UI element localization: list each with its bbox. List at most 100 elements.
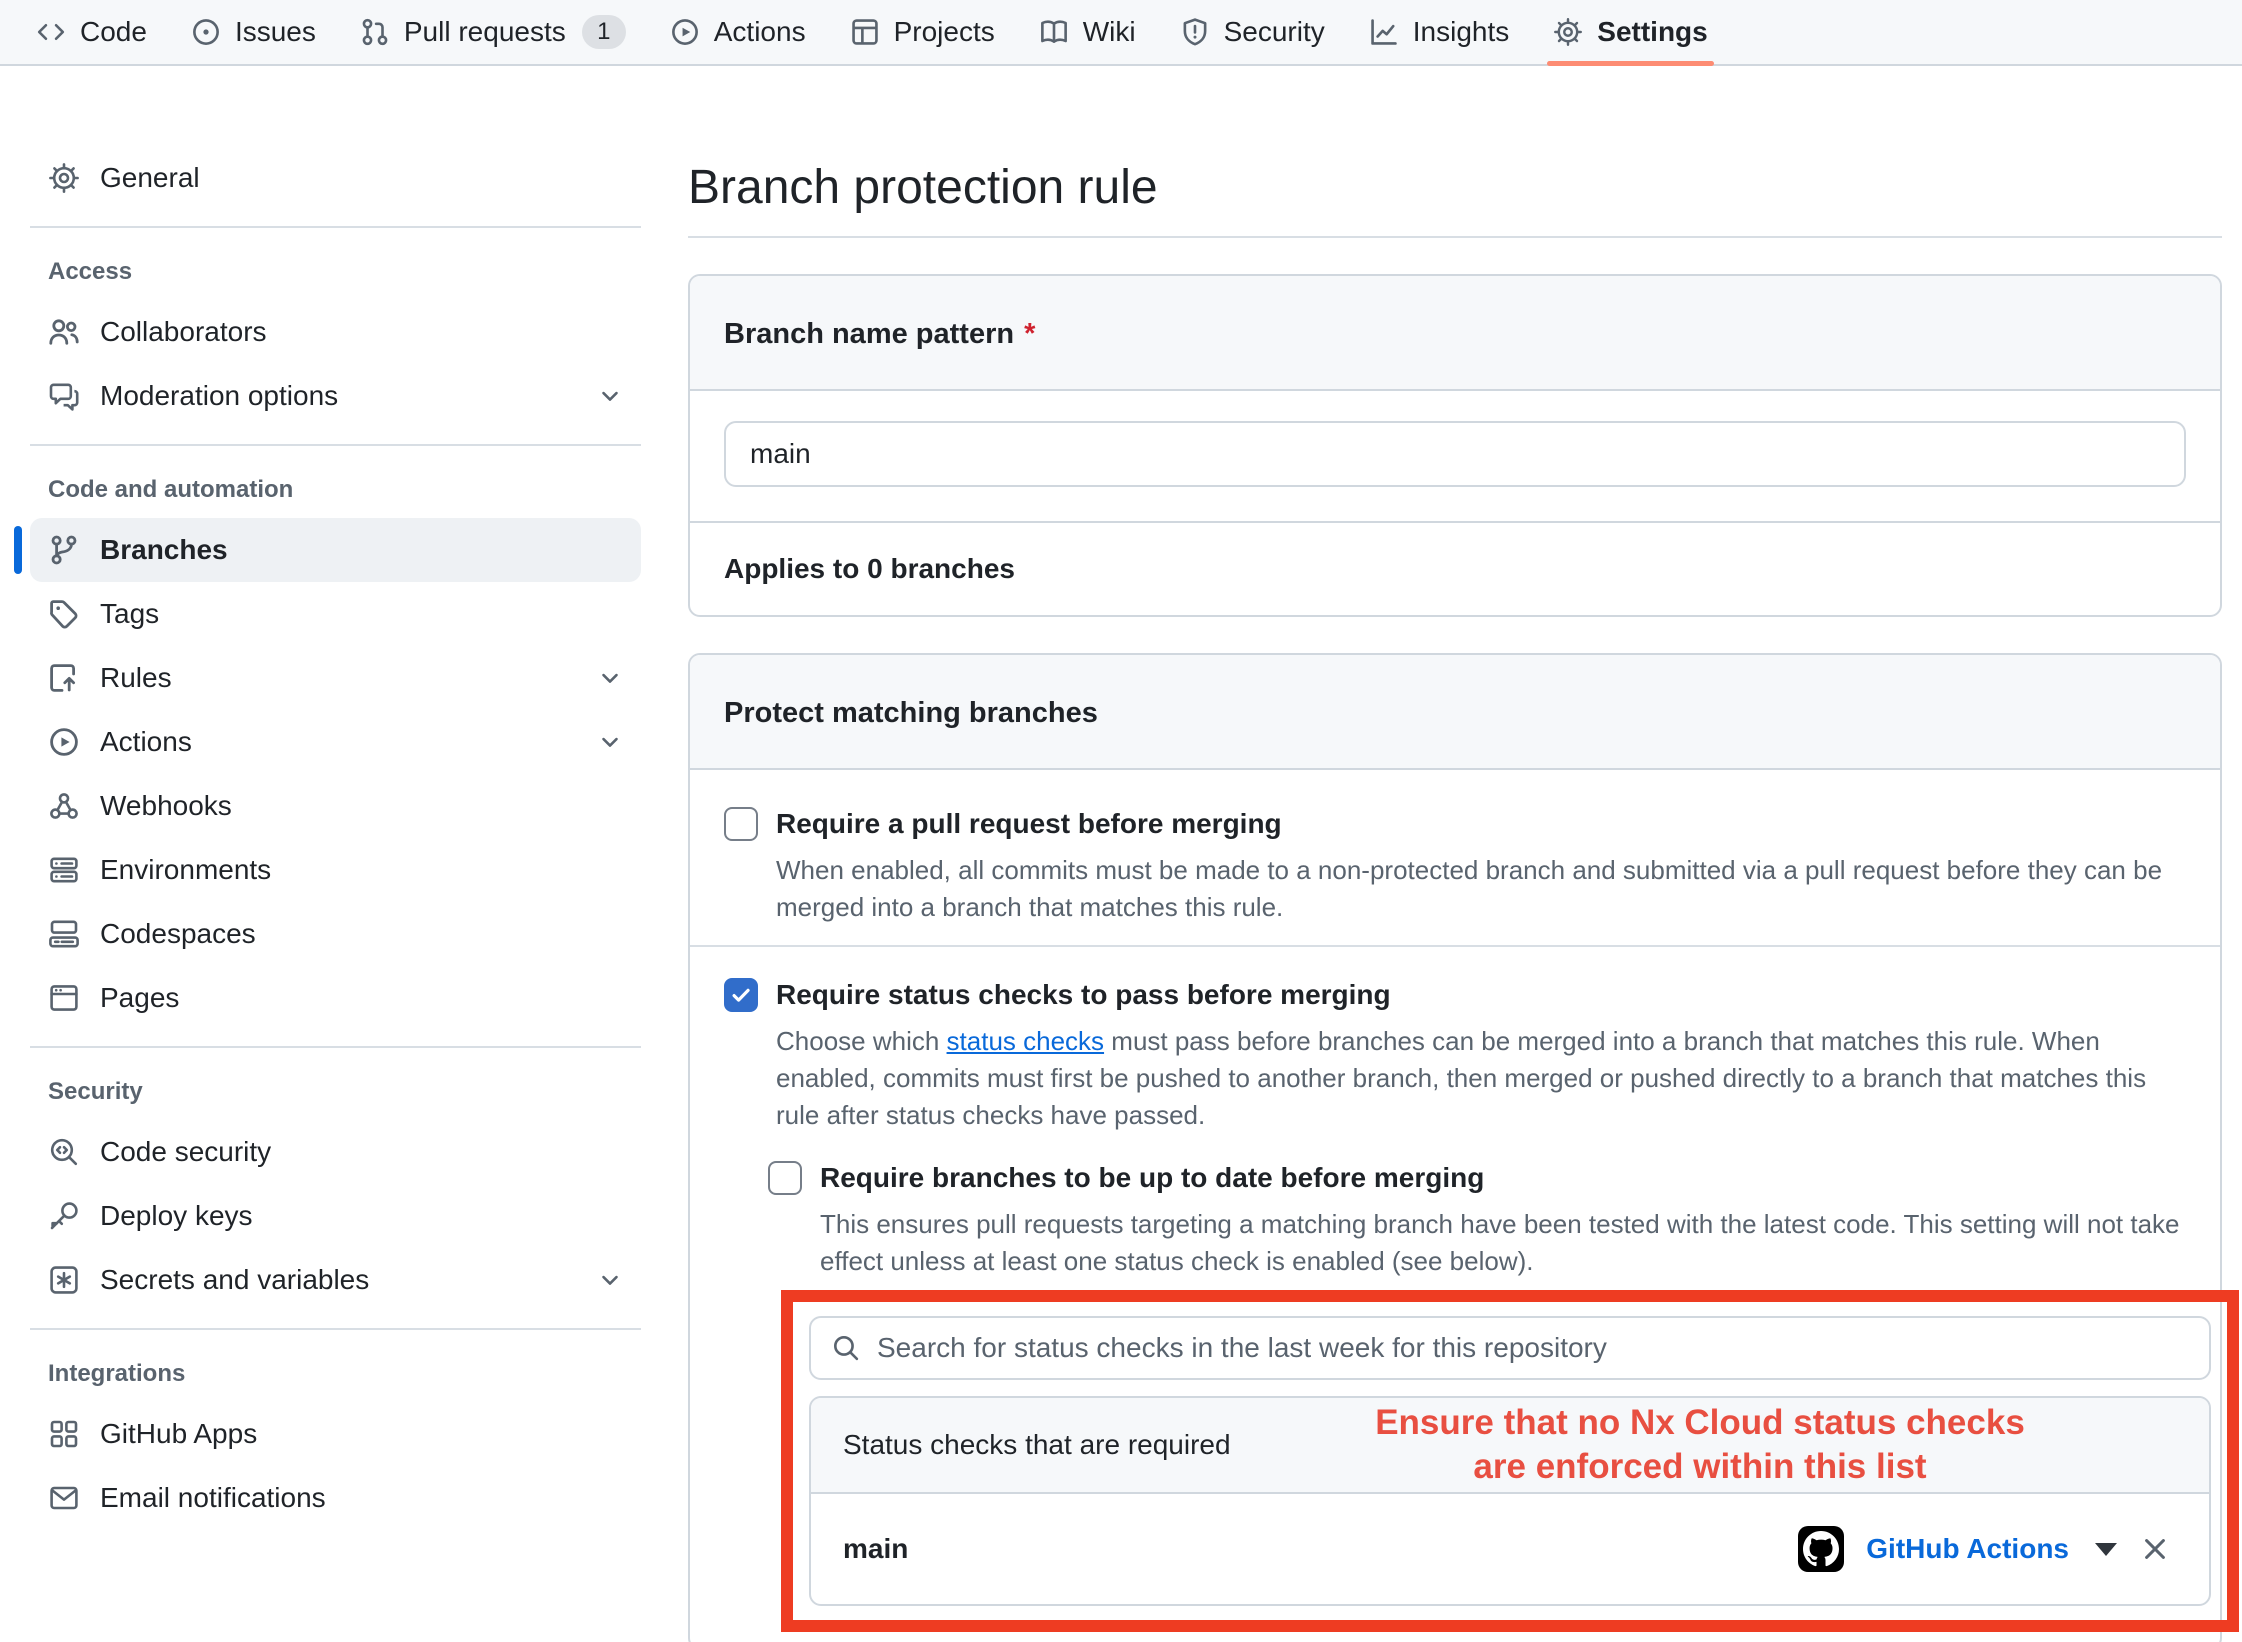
sidebar-item-github-apps[interactable]: GitHub Apps (30, 1402, 641, 1466)
require-pr-description: When enabled, all commits must be made t… (776, 852, 2186, 926)
required-asterisk: * (1024, 318, 1035, 350)
search-icon (831, 1333, 861, 1363)
tab-label: Wiki (1083, 16, 1136, 48)
shield-icon (1180, 17, 1210, 47)
annotation-highlight-box: Status checks that are required Ensure t… (781, 1290, 2239, 1632)
sidebar-item-collaborators[interactable]: Collaborators (30, 300, 641, 364)
sidebar-item-environments[interactable]: Environments (30, 838, 641, 902)
app-dropdown-caret-icon[interactable] (2095, 1543, 2117, 1556)
sidebar-divider (30, 444, 641, 446)
sidebar-item-label: Pages (100, 982, 179, 1014)
title-divider (688, 236, 2222, 238)
sidebar-item-label: Code security (100, 1136, 271, 1168)
tab-wiki[interactable]: Wiki (1017, 0, 1158, 64)
annotation-line-2: are enforced within this list (1191, 1445, 2209, 1489)
gear-icon (48, 162, 80, 194)
sidebar-item-codespaces[interactable]: Codespaces (30, 902, 641, 966)
sidebar-section-access: Access (30, 258, 641, 286)
sidebar-divider (30, 1328, 641, 1330)
sidebar-item-moderation-options[interactable]: Moderation options (30, 364, 641, 428)
chevron-down-icon (597, 383, 623, 409)
require-up-to-date-description: This ensures pull requests targeting a m… (820, 1206, 2186, 1280)
tab-label: Projects (894, 16, 995, 48)
sidebar-item-webhooks[interactable]: Webhooks (30, 774, 641, 838)
require-status-checks-checkbox[interactable] (724, 978, 758, 1012)
projects-icon (850, 17, 880, 47)
pull-request-icon (360, 17, 390, 47)
sidebar-item-pages[interactable]: Pages (30, 966, 641, 1030)
sidebar-item-code-security[interactable]: Code security (30, 1120, 641, 1184)
codespaces-icon (48, 918, 80, 950)
webhook-icon (48, 790, 80, 822)
tab-label: Settings (1597, 16, 1707, 48)
git-branch-icon (48, 534, 80, 566)
sidebar-item-label: Branches (100, 534, 228, 566)
play-icon (48, 726, 80, 758)
require-status-checks-section: Require status checks to pass before mer… (690, 947, 2220, 1642)
gear-icon (1553, 17, 1583, 47)
require-pr-label[interactable]: Require a pull request before merging (776, 804, 1282, 844)
sidebar-section-integrations: Integrations (30, 1360, 641, 1388)
people-icon (48, 316, 80, 348)
sidebar-item-general[interactable]: General (30, 146, 641, 210)
remove-status-check-icon[interactable] (2139, 1533, 2171, 1565)
status-checks-list-header: Status checks that are required Ensure t… (811, 1398, 2209, 1494)
repo-push-icon (48, 662, 80, 694)
sidebar-divider (30, 1046, 641, 1048)
settings-sidebar: General Access Collaborators Moderation … (0, 66, 657, 1642)
status-check-app-link[interactable]: GitHub Actions (1866, 1533, 2069, 1565)
require-status-checks-label[interactable]: Require status checks to pass before mer… (776, 975, 1391, 1015)
branch-name-pattern-label: Branch name pattern (724, 318, 1014, 350)
codescan-icon (48, 1136, 80, 1168)
protect-matching-branches-header: Protect matching branches (690, 655, 2220, 770)
asterisk-box-icon (48, 1264, 80, 1296)
tab-actions[interactable]: Actions (648, 0, 828, 64)
description-text: Choose which (776, 1026, 947, 1056)
require-up-to-date-label[interactable]: Require branches to be up to date before… (820, 1158, 1484, 1198)
tab-code[interactable]: Code (14, 0, 169, 64)
github-mark-icon (1803, 1531, 1839, 1567)
sidebar-item-label: Email notifications (100, 1482, 326, 1514)
sidebar-item-tags[interactable]: Tags (30, 582, 641, 646)
sidebar-item-secrets-and-variables[interactable]: Secrets and variables (30, 1248, 641, 1312)
sidebar-section-code-and-automation: Code and automation (30, 476, 641, 504)
tab-label: Actions (714, 16, 806, 48)
key-icon (48, 1200, 80, 1232)
tab-label: Security (1224, 16, 1325, 48)
sidebar-item-rules[interactable]: Rules (30, 646, 641, 710)
require-up-to-date-checkbox[interactable] (768, 1161, 802, 1195)
tab-pull-requests[interactable]: Pull requests 1 (338, 0, 648, 64)
chevron-down-icon (597, 665, 623, 691)
sidebar-item-label: Secrets and variables (100, 1264, 369, 1296)
sidebar-item-label: Actions (100, 726, 192, 758)
sidebar-item-label: Tags (100, 598, 159, 630)
status-checks-search-input[interactable] (809, 1316, 2211, 1380)
sidebar-item-deploy-keys[interactable]: Deploy keys (30, 1184, 641, 1248)
chevron-down-icon (597, 1267, 623, 1293)
check-icon (729, 983, 753, 1007)
sidebar-item-label: Webhooks (100, 790, 232, 822)
require-pr-checkbox[interactable] (724, 807, 758, 841)
code-icon (36, 17, 66, 47)
tab-insights[interactable]: Insights (1347, 0, 1532, 64)
require-pr-section: Require a pull request before merging Wh… (690, 770, 2220, 947)
status-checks-list-title: Status checks that are required (843, 1429, 1231, 1461)
tab-security[interactable]: Security (1158, 0, 1347, 64)
main-content: Branch protection rule Branch name patte… (657, 66, 2242, 1642)
sidebar-item-actions[interactable]: Actions (30, 710, 641, 774)
annotation-text: Ensure that no Nx Cloud status checks ar… (1191, 1401, 2209, 1489)
issue-icon (191, 17, 221, 47)
status-checks-link[interactable]: status checks (947, 1026, 1105, 1056)
sidebar-item-label: Rules (100, 662, 172, 694)
required-status-checks-list: Status checks that are required Ensure t… (809, 1396, 2211, 1606)
tab-issues[interactable]: Issues (169, 0, 338, 64)
play-icon (670, 17, 700, 47)
sidebar-item-email-notifications[interactable]: Email notifications (30, 1466, 641, 1530)
branch-name-pattern-card: Branch name pattern* Applies to 0 branch… (688, 274, 2222, 617)
tab-settings[interactable]: Settings (1531, 0, 1729, 64)
branch-name-pattern-input[interactable] (724, 421, 2186, 487)
sidebar-item-label: Codespaces (100, 918, 256, 950)
sidebar-item-branches[interactable]: Branches (30, 518, 641, 582)
tab-projects[interactable]: Projects (828, 0, 1017, 64)
status-check-row: main GitHub Actions (811, 1494, 2209, 1604)
